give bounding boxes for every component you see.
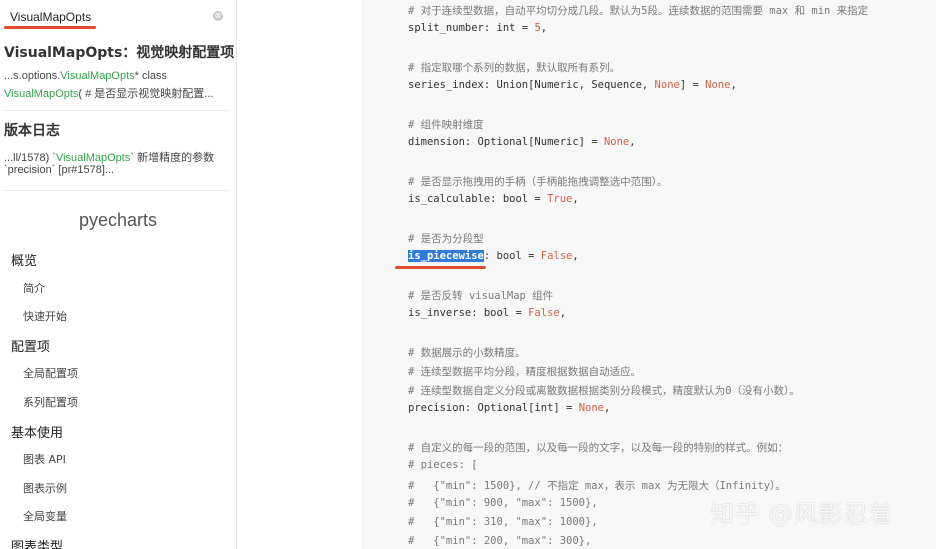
search-query[interactable]: VisualMapOpts	[10, 10, 91, 24]
code-comment: # 自定义的每一段的范围，以及每一段的文字，以及每一段的特别的样式。例如：	[408, 442, 789, 454]
snippet-text: * class	[134, 70, 168, 82]
snippet-highlight: VisualMapOpts	[55, 152, 131, 164]
site-title[interactable]: pyecharts	[0, 210, 236, 231]
nav-item[interactable]: 简介	[23, 280, 45, 296]
code-keyword: False	[528, 307, 560, 319]
result-snippet: VisualMapOpts( # 是否显示视觉映射配置...	[4, 85, 213, 101]
code-comment: # 数据展示的小数精度。	[408, 347, 526, 359]
code-comment: # {"min": 310, "max": 1000},	[408, 516, 598, 528]
code-text: ,	[629, 136, 636, 148]
nav-item[interactable]: 图表类型	[11, 536, 63, 549]
snippet-text: ( # 是否显示视觉映射配置...	[78, 88, 214, 100]
code-comment: # 是否为分段型	[408, 233, 484, 245]
code-comment: # 连续型数据平均分段，精度根据数据自动适应。	[408, 366, 642, 378]
snippet-highlight: VisualMapOpts	[4, 88, 79, 100]
code-keyword: None	[603, 136, 630, 148]
code-line: series_index: Union[Numeric, Sequence, N…	[408, 79, 737, 91]
nav-item[interactable]: 基本使用	[11, 422, 63, 441]
code-text: ,	[572, 193, 579, 205]
nav-item[interactable]: 全局配置项	[23, 365, 78, 381]
code-comment: # 指定取哪个系列的数据，默认取所有系列。	[408, 62, 621, 74]
nav-item[interactable]: 配置项	[11, 336, 50, 355]
code-text: ,	[603, 402, 611, 414]
result-title[interactable]: VisualMapOpts：视觉映射配置项	[4, 42, 234, 62]
nav-item[interactable]: 概览	[11, 250, 37, 269]
code-comment: # 连续型数据自定义分段或离散数据根据类别分段模式，精度默认为0（没有小数）。	[408, 385, 800, 397]
snippet-highlight: VisualMapOpts	[60, 70, 135, 82]
code-text: : bool =	[483, 250, 541, 262]
code-line: split_number: int = 5,	[408, 22, 547, 34]
snippet-text: ` 新增精度的参数	[130, 152, 215, 164]
code-text: ,	[730, 79, 737, 91]
code-keyword: None	[654, 79, 680, 91]
nav-item[interactable]: 图表 API	[23, 451, 66, 467]
code-comment: # {"min": 200, "max": 300},	[408, 535, 592, 547]
code-keyword: True	[547, 193, 573, 205]
code-text: series_index: Union[Numeric, Sequence,	[408, 79, 655, 91]
snippet-text: ...ll/1578) `	[4, 152, 56, 164]
code-text: ,	[540, 22, 548, 34]
code-text: split_number: int =	[408, 22, 535, 34]
nav-item[interactable]: 快速开始	[23, 308, 67, 324]
watermark: 知乎 @风影忍着	[710, 500, 894, 528]
code-comment: # 组件映射维度	[408, 119, 484, 131]
search-results-panel: VisualMapOpts ⊗ VisualMapOpts：视觉映射配置项 ..…	[0, 0, 236, 194]
code-comment: # {"min": 900, "max": 1500},	[408, 497, 598, 509]
code-comment: # {"min": 1500}, // 不指定 max，表示 max 为无限大（…	[408, 480, 786, 492]
code-text: precision: Optional[int] =	[408, 402, 579, 414]
code-text: is_inverse: bool =	[408, 307, 529, 319]
code-text: is_calculable: bool =	[408, 193, 548, 205]
result-divider	[4, 190, 230, 191]
clear-icon[interactable]: ⊗	[213, 11, 223, 21]
code-keyword: False	[540, 250, 573, 262]
code-comment: # pieces: [	[408, 459, 478, 471]
code-text: ] =	[679, 79, 706, 91]
query-underline	[4, 26, 96, 29]
nav-item[interactable]: 系列配置项	[23, 394, 78, 410]
code-text: ,	[572, 250, 579, 262]
nav-item[interactable]: 图表示例	[23, 480, 67, 496]
selection-underline	[395, 266, 486, 269]
code-comment: # 是否反转 visualMap 组件	[408, 290, 554, 302]
code-line: is_calculable: bool = True,	[408, 193, 579, 205]
result-title[interactable]: 版本日志	[4, 120, 60, 140]
code-comment: # 是否显示拖拽用的手柄（手柄能拖拽调整选中范围）。	[408, 176, 668, 188]
sidebar: VisualMapOpts ⊗ VisualMapOpts：视觉映射配置项 ..…	[0, 0, 237, 549]
code-block: # 对于连续型数据，自动平均切分成几段。默认为5段。连续数据的范围需要 max …	[362, 0, 936, 549]
result-snippet: `precision` [pr#1578]...	[4, 164, 115, 176]
selected-text[interactable]: is_piecewise	[408, 250, 484, 262]
code-keyword: None	[578, 402, 604, 414]
code-line: is_piecewise: bool = False,	[408, 250, 579, 262]
nav-item[interactable]: 全局变量	[23, 508, 67, 524]
result-snippet: ...ll/1578) `VisualMapOpts` 新增精度的参数	[4, 149, 214, 165]
code-line: is_inverse: bool = False,	[408, 307, 566, 319]
result-divider	[4, 110, 230, 111]
code-line: dimension: Optional[Numeric] = None,	[408, 136, 636, 148]
code-line: precision: Optional[int] = None,	[408, 402, 610, 414]
code-comment: # 对于连续型数据，自动平均切分成几段。默认为5段。连续数据的范围需要 max …	[408, 5, 869, 17]
code-keyword: None	[705, 79, 731, 91]
code-text: ,	[559, 307, 567, 319]
code-text: dimension: Optional[Numeric] =	[408, 136, 604, 148]
snippet-text: ...s.options.	[4, 70, 61, 82]
result-snippet: ...s.options.VisualMapOpts* class	[4, 70, 167, 82]
